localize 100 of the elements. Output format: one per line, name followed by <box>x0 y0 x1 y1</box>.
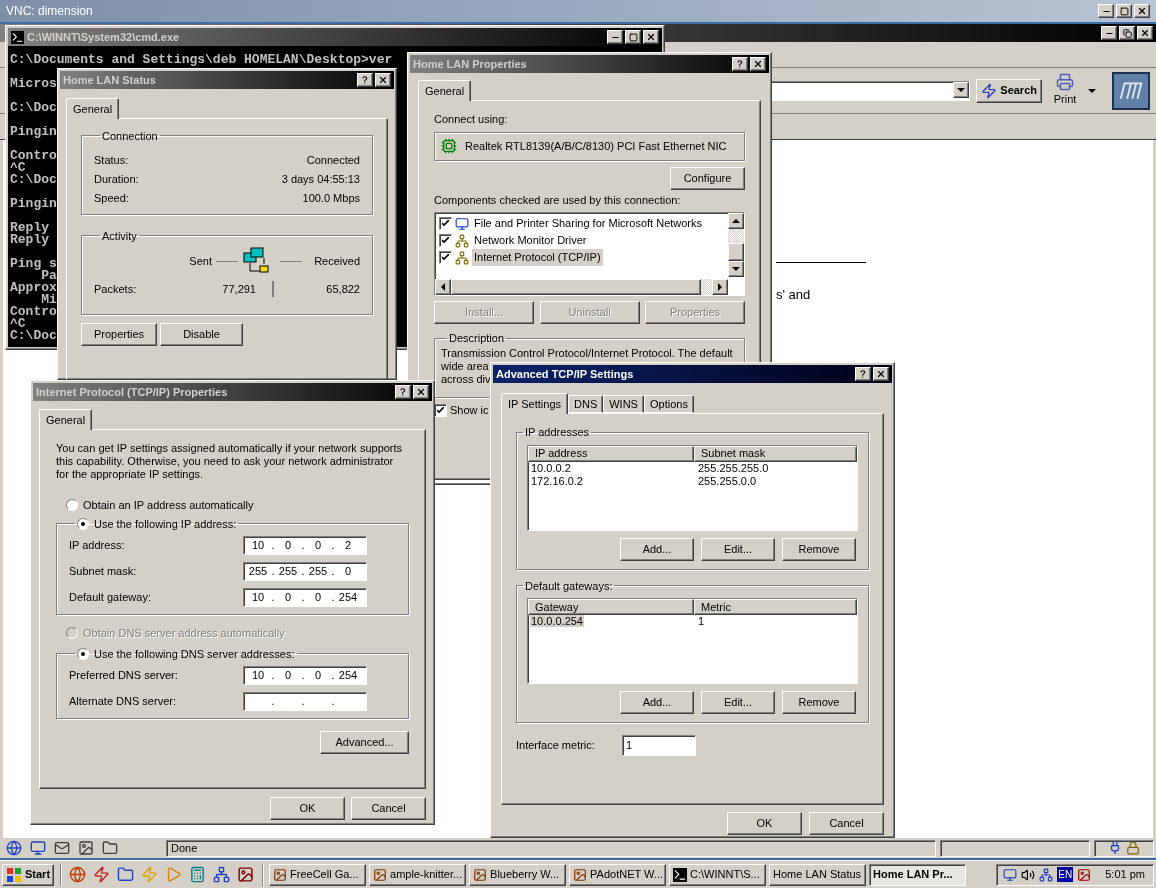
radio-button[interactable] <box>77 517 89 530</box>
column-header[interactable]: IP address <box>528 445 694 462</box>
radio-button[interactable] <box>66 499 78 512</box>
radio-label[interactable]: Use the following IP address: <box>94 515 237 532</box>
cancel-button[interactable]: Cancel <box>809 812 884 835</box>
advanced-button[interactable]: Advanced... <box>320 731 409 754</box>
list-item[interactable]: Network Monitor Driver <box>472 232 589 249</box>
picture-icon[interactable] <box>237 866 255 883</box>
restore-button[interactable] <box>1119 26 1135 40</box>
start-button[interactable]: Start <box>2 863 55 886</box>
scroll-right-button[interactable] <box>712 279 728 295</box>
add-button[interactable]: Add... <box>620 691 694 714</box>
caret-icon <box>957 87 966 92</box>
close-button[interactable] <box>643 30 659 44</box>
help-button[interactable] <box>357 73 373 87</box>
remove-button[interactable]: Remove <box>782 691 856 714</box>
dropdown-button[interactable] <box>953 81 970 98</box>
help-icon <box>735 59 745 69</box>
list-item[interactable]: Internet Protocol (TCP/IP) <box>472 249 603 266</box>
checkbox[interactable] <box>439 251 452 264</box>
console-icon <box>11 30 24 44</box>
tab[interactable]: WINS <box>603 395 644 413</box>
taskbar-button[interactable]: PAdotNET W... <box>569 863 667 886</box>
configure-button[interactable]: Configure <box>670 166 745 190</box>
tab[interactable]: DNS <box>568 395 604 413</box>
disable-button[interactable]: Disable <box>160 323 243 346</box>
list-item[interactable]: File and Printer Sharing for Microsoft Networks <box>472 215 705 232</box>
language-indicator[interactable]: EN <box>1057 867 1074 882</box>
column-header[interactable]: Subnet mask <box>694 445 857 462</box>
calculator-icon[interactable] <box>189 866 207 883</box>
taskbar-button[interactable]: Blueberry W... <box>469 863 567 886</box>
radio-label[interactable]: Obtain an IP address automatically <box>83 497 254 514</box>
remove-button[interactable]: Remove <box>782 537 856 561</box>
close-button[interactable] <box>1137 26 1153 40</box>
cancel-button[interactable]: Cancel <box>351 797 426 820</box>
close-icon <box>1137 6 1147 16</box>
tab[interactable]: General <box>39 409 93 430</box>
table-cell[interactable]: 255.255.0.0 <box>697 474 758 487</box>
ok-button[interactable]: OK <box>270 797 345 820</box>
taskbar-button[interactable]: C:\WINNT\S... <box>669 863 767 886</box>
ip-address-field[interactable]: 10 . 0 . 0 . 2 <box>243 535 367 555</box>
close-button[interactable] <box>750 57 766 71</box>
min-button[interactable] <box>1101 26 1117 40</box>
ok-button[interactable]: OK <box>727 812 802 835</box>
table-cell[interactable]: 172.16.0.2 <box>530 474 584 487</box>
taskbar-button[interactable]: Home LAN Pr... <box>869 863 967 886</box>
search-button[interactable]: Search <box>976 78 1042 103</box>
help-button[interactable] <box>732 57 748 71</box>
folder-icon[interactable] <box>117 866 135 883</box>
ip-address-field[interactable]: 10 . 0 . 0 . 254 <box>243 665 367 685</box>
column-header[interactable]: Gateway <box>528 599 694 615</box>
check-icon <box>442 237 449 244</box>
help-button[interactable] <box>395 385 411 399</box>
scroll-thumb[interactable] <box>728 243 744 261</box>
min-button[interactable] <box>607 30 623 44</box>
taskbar-button[interactable]: Home LAN Status <box>769 863 867 886</box>
add-button[interactable]: Add... <box>620 537 694 561</box>
scroll-left-button[interactable] <box>435 279 451 295</box>
radio-button[interactable] <box>77 647 89 660</box>
edit-button[interactable]: Edit... <box>701 691 775 714</box>
ip-address-field[interactable]: 255 . 255 . 255 . 0 <box>243 561 367 581</box>
max-button[interactable] <box>625 30 641 44</box>
mail-icon <box>54 840 70 856</box>
tab[interactable]: General <box>66 98 120 119</box>
tab[interactable]: Options <box>643 395 694 413</box>
max-button[interactable] <box>1116 4 1132 18</box>
close-button[interactable] <box>413 385 429 399</box>
bolt-icon[interactable] <box>93 866 111 883</box>
network-icon[interactable] <box>213 866 231 883</box>
checkbox-label[interactable]: Show ic <box>450 402 489 419</box>
close-button[interactable] <box>873 367 889 381</box>
checkbox[interactable] <box>439 234 452 247</box>
table-cell[interactable]: 255.255.255.0 <box>697 461 770 474</box>
scroll-down-button[interactable] <box>728 261 744 277</box>
ip-address-field[interactable]: 10 . 0 . 0 . 254 <box>243 587 367 607</box>
taskbar-button[interactable]: FreeCell Ga... <box>269 863 367 886</box>
tab[interactable]: IP Settings <box>501 393 568 414</box>
table-cell[interactable]: 1 <box>697 615 706 628</box>
min-button[interactable] <box>1098 4 1114 18</box>
radio-label[interactable]: Use the following DNS server addresses: <box>94 645 295 662</box>
taskbar-button[interactable]: ample-knitter... <box>369 863 467 886</box>
speaker-icon <box>1021 867 1036 882</box>
table-cell[interactable]: 10.0.0.254 <box>530 615 584 628</box>
tab[interactable]: General <box>418 80 472 101</box>
console-icon <box>673 867 688 882</box>
help-button[interactable] <box>855 367 871 381</box>
scroll-up-button[interactable] <box>728 213 744 229</box>
input-field[interactable]: 1 <box>622 735 696 756</box>
checkbox[interactable] <box>439 217 452 230</box>
globe-icon[interactable] <box>69 866 87 883</box>
close-button[interactable] <box>1134 4 1150 18</box>
properties-button[interactable]: Properties <box>81 323 157 346</box>
ip-address-field[interactable]: . . . <box>243 691 367 711</box>
column-header[interactable]: Metric <box>694 599 857 615</box>
intro-text: You can get IP settings assigned automatically if your network supports this capability. Otherwise, you need to ask your network administrator for the appropriate IP settings. <box>56 442 404 481</box>
close-button[interactable] <box>375 73 391 87</box>
edit-button[interactable]: Edit... <box>701 537 775 561</box>
print-button[interactable]: Print <box>1048 73 1082 108</box>
console-line: ^C <box>10 162 26 174</box>
table-cell[interactable]: 10.0.0.2 <box>530 461 572 474</box>
